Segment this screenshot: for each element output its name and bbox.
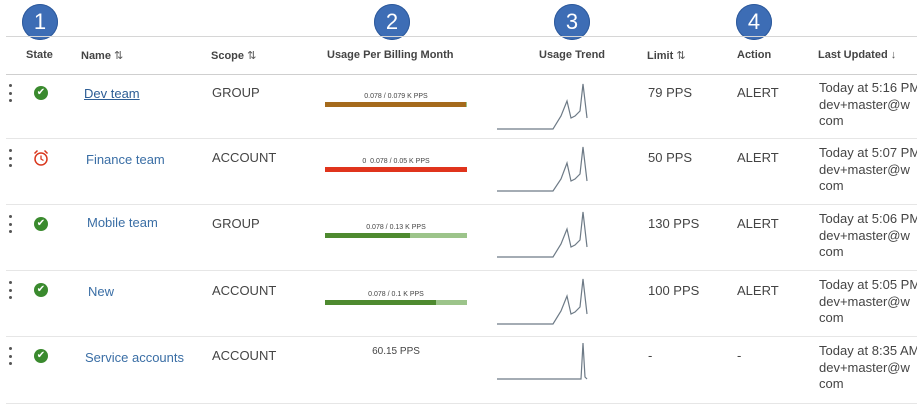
updated-time: Today at 8:35 AM (819, 343, 917, 358)
row-action: ALERT (737, 283, 779, 298)
col-limit[interactable]: Limit ⇅ (647, 49, 686, 62)
usage-trend-sparkline (497, 278, 588, 325)
callout-4: 4 (736, 4, 772, 40)
usage-text: 0.078 / 0.079 K PPS (364, 93, 428, 100)
col-name[interactable]: Name ⇅ (81, 49, 123, 62)
callout-1: 1 (22, 4, 58, 40)
row-name-link[interactable]: Dev team (84, 86, 140, 101)
col-updated-label: Last Updated (818, 49, 888, 61)
row-updated: Today at 5:07 PM dev+master@w com (819, 145, 917, 195)
usage-trend-sparkline (497, 211, 588, 258)
row-name-link[interactable]: Service accounts (85, 350, 184, 365)
updated-by-suffix: com (819, 310, 844, 325)
table-header: State Name ⇅ Scope ⇅ Usage Per Billing M… (6, 36, 917, 75)
updated-by-suffix: com (819, 244, 844, 259)
sort-icon[interactable]: ⇅ (247, 50, 256, 62)
col-scope[interactable]: Scope ⇅ (211, 49, 256, 62)
updated-by: dev+master@w (819, 161, 910, 177)
alarm-clock-icon (33, 149, 49, 166)
table-row: ✔ Dev team GROUP 0.078 / 0.079 K PPS 79 … (6, 74, 917, 139)
usage-text: 0.078 / 0.1 K PPS (368, 291, 424, 298)
col-state: State (26, 49, 53, 61)
row-limit: 79 PPS (648, 85, 693, 100)
row-limit: 100 PPS (648, 283, 700, 298)
callout-2: 2 (374, 4, 410, 40)
updated-by-suffix: com (819, 376, 844, 391)
row-limit: - (648, 348, 653, 363)
col-action: Action (737, 49, 772, 61)
usage-bar (325, 233, 467, 238)
row-scope: ACCOUNT (212, 283, 277, 298)
row-action: ALERT (737, 85, 779, 100)
row-updated: Today at 8:35 AM dev+master@w com (819, 343, 917, 393)
updated-time: Today at 5:05 PM (819, 277, 917, 292)
updated-by-suffix: com (819, 178, 844, 193)
updated-time: Today at 5:06 PM (819, 211, 917, 226)
col-scope-label: Scope (211, 50, 245, 62)
row-scope: ACCOUNT (212, 150, 277, 165)
col-usage: Usage Per Billing Month (327, 49, 454, 61)
table-row: Finance team ACCOUNT 0 0.078 / 0.05 K PP… (6, 139, 917, 205)
updated-by: dev+master@w (819, 96, 910, 112)
row-name-link[interactable]: Finance team (86, 152, 165, 167)
usage-bar (325, 167, 467, 172)
col-limit-label: Limit (647, 50, 674, 62)
updated-time: Today at 5:16 PM (819, 80, 917, 95)
usage-trend-sparkline (497, 83, 588, 130)
col-name-label: Name (81, 50, 111, 62)
table-row: ✔ New ACCOUNT 0.078 / 0.1 K PPS 100 PPS … (6, 271, 917, 337)
check-circle-icon: ✔ (34, 217, 48, 231)
updated-time: Today at 5:07 PM (819, 145, 917, 160)
sort-icon[interactable]: ⇅ (114, 50, 123, 62)
updated-by: dev+master@w (819, 227, 910, 243)
usage-bar (325, 300, 467, 305)
row-action: ALERT (737, 150, 779, 165)
row-scope: GROUP (212, 216, 260, 231)
check-circle-icon: ✔ (34, 86, 48, 100)
updated-by: dev+master@w (819, 359, 910, 375)
row-updated: Today at 5:05 PM dev+master@w com (819, 277, 917, 327)
row-menu-icon[interactable] (8, 347, 12, 365)
usage-text: 0 0.078 / 0.05 K PPS (325, 158, 467, 165)
updated-by-suffix: com (819, 113, 844, 128)
row-menu-icon[interactable] (8, 84, 12, 102)
row-updated: Today at 5:06 PM dev+master@w com (819, 211, 917, 261)
row-limit: 50 PPS (648, 150, 693, 165)
usage-value: 0.078 / 0.05 K PPS (370, 158, 430, 165)
row-menu-icon[interactable] (8, 149, 12, 167)
row-updated: Today at 5:16 PM dev+master@w com (819, 80, 917, 130)
usage-text: 60.15 PPS (372, 346, 420, 357)
check-circle-icon: ✔ (34, 349, 48, 363)
row-scope: GROUP (212, 85, 260, 100)
usage-trend-sparkline (497, 342, 588, 380)
usage-text: 0.078 / 0.13 K PPS (366, 224, 426, 231)
row-action: - (737, 348, 742, 363)
row-scope: ACCOUNT (212, 348, 277, 363)
row-menu-icon[interactable] (8, 281, 12, 299)
check-circle-icon: ✔ (34, 283, 48, 297)
sort-desc-icon[interactable]: ↓ (891, 49, 897, 61)
table-row: ✔ Service accounts ACCOUNT 60.15 PPS - -… (6, 337, 917, 404)
row-name-link[interactable]: Mobile team (87, 215, 158, 230)
col-updated[interactable]: Last Updated ↓ (818, 49, 896, 61)
callout-3: 3 (554, 4, 590, 40)
usage-trend-sparkline (497, 146, 588, 192)
row-menu-icon[interactable] (8, 215, 12, 233)
updated-by: dev+master@w (819, 293, 910, 309)
row-limit: 130 PPS (648, 216, 700, 231)
sort-icon[interactable]: ⇅ (676, 50, 685, 62)
usage-marker: 0 (362, 158, 367, 165)
col-trend: Usage Trend (539, 49, 606, 61)
table-row: ✔ Mobile team GROUP 0.078 / 0.13 K PPS 1… (6, 205, 917, 271)
usage-bar (325, 102, 467, 107)
row-action: ALERT (737, 216, 779, 231)
row-name-link[interactable]: New (88, 284, 114, 299)
